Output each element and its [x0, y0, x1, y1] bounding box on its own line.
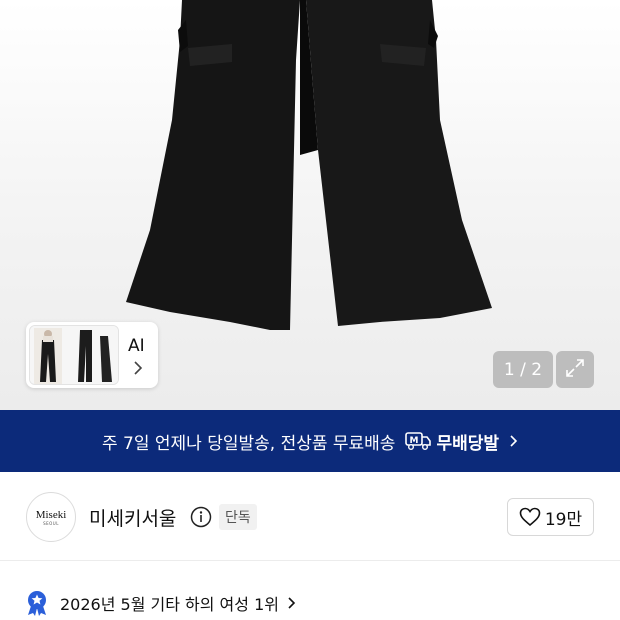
- ranking-link[interactable]: 2026년 5월 기타 하의 여성 1위: [26, 588, 296, 618]
- brand-name-link[interactable]: 미세키서울: [89, 504, 176, 531]
- brand-logo-subtext: SEOUL: [43, 520, 59, 526]
- brand-row: Miseki SEOUL 미세키서울 단독 19만: [0, 484, 620, 548]
- exclusive-badge: 단독: [219, 504, 257, 530]
- heart-icon: [519, 507, 541, 527]
- shipping-badge-text: 무배당발: [436, 433, 500, 454]
- like-count: 19만: [544, 509, 583, 530]
- thumbnail-image: [29, 325, 119, 385]
- chevron-right-icon: [287, 596, 296, 610]
- brand-logo-text: Miseki: [35, 508, 67, 521]
- chevron-right-icon: [133, 360, 143, 380]
- image-page-counter: 1 / 2: [493, 351, 553, 388]
- ai-thumbnail-label: AI: [128, 336, 145, 356]
- brand-logo[interactable]: Miseki SEOUL: [26, 492, 76, 542]
- free-shipping-banner[interactable]: 주 7일 언제나 당일발송, 전상품 무료배송 M 무배당발: [0, 410, 620, 472]
- chevron-right-icon: [509, 434, 518, 448]
- shipping-message: 주 7일 언제나 당일발송, 전상품 무료배송: [101, 433, 396, 454]
- expand-image-button[interactable]: [556, 351, 594, 388]
- ranking-text: 2026년 5월 기타 하의 여성 1위: [60, 595, 279, 614]
- product-image-gallery[interactable]: AI 1 / 2: [0, 0, 620, 410]
- like-button[interactable]: 19만: [507, 498, 594, 536]
- info-icon[interactable]: [190, 506, 212, 532]
- delivery-truck-icon: M: [405, 431, 432, 451]
- section-divider: [0, 560, 620, 561]
- rank-medal-icon: [26, 590, 48, 616]
- expand-icon: [564, 357, 586, 383]
